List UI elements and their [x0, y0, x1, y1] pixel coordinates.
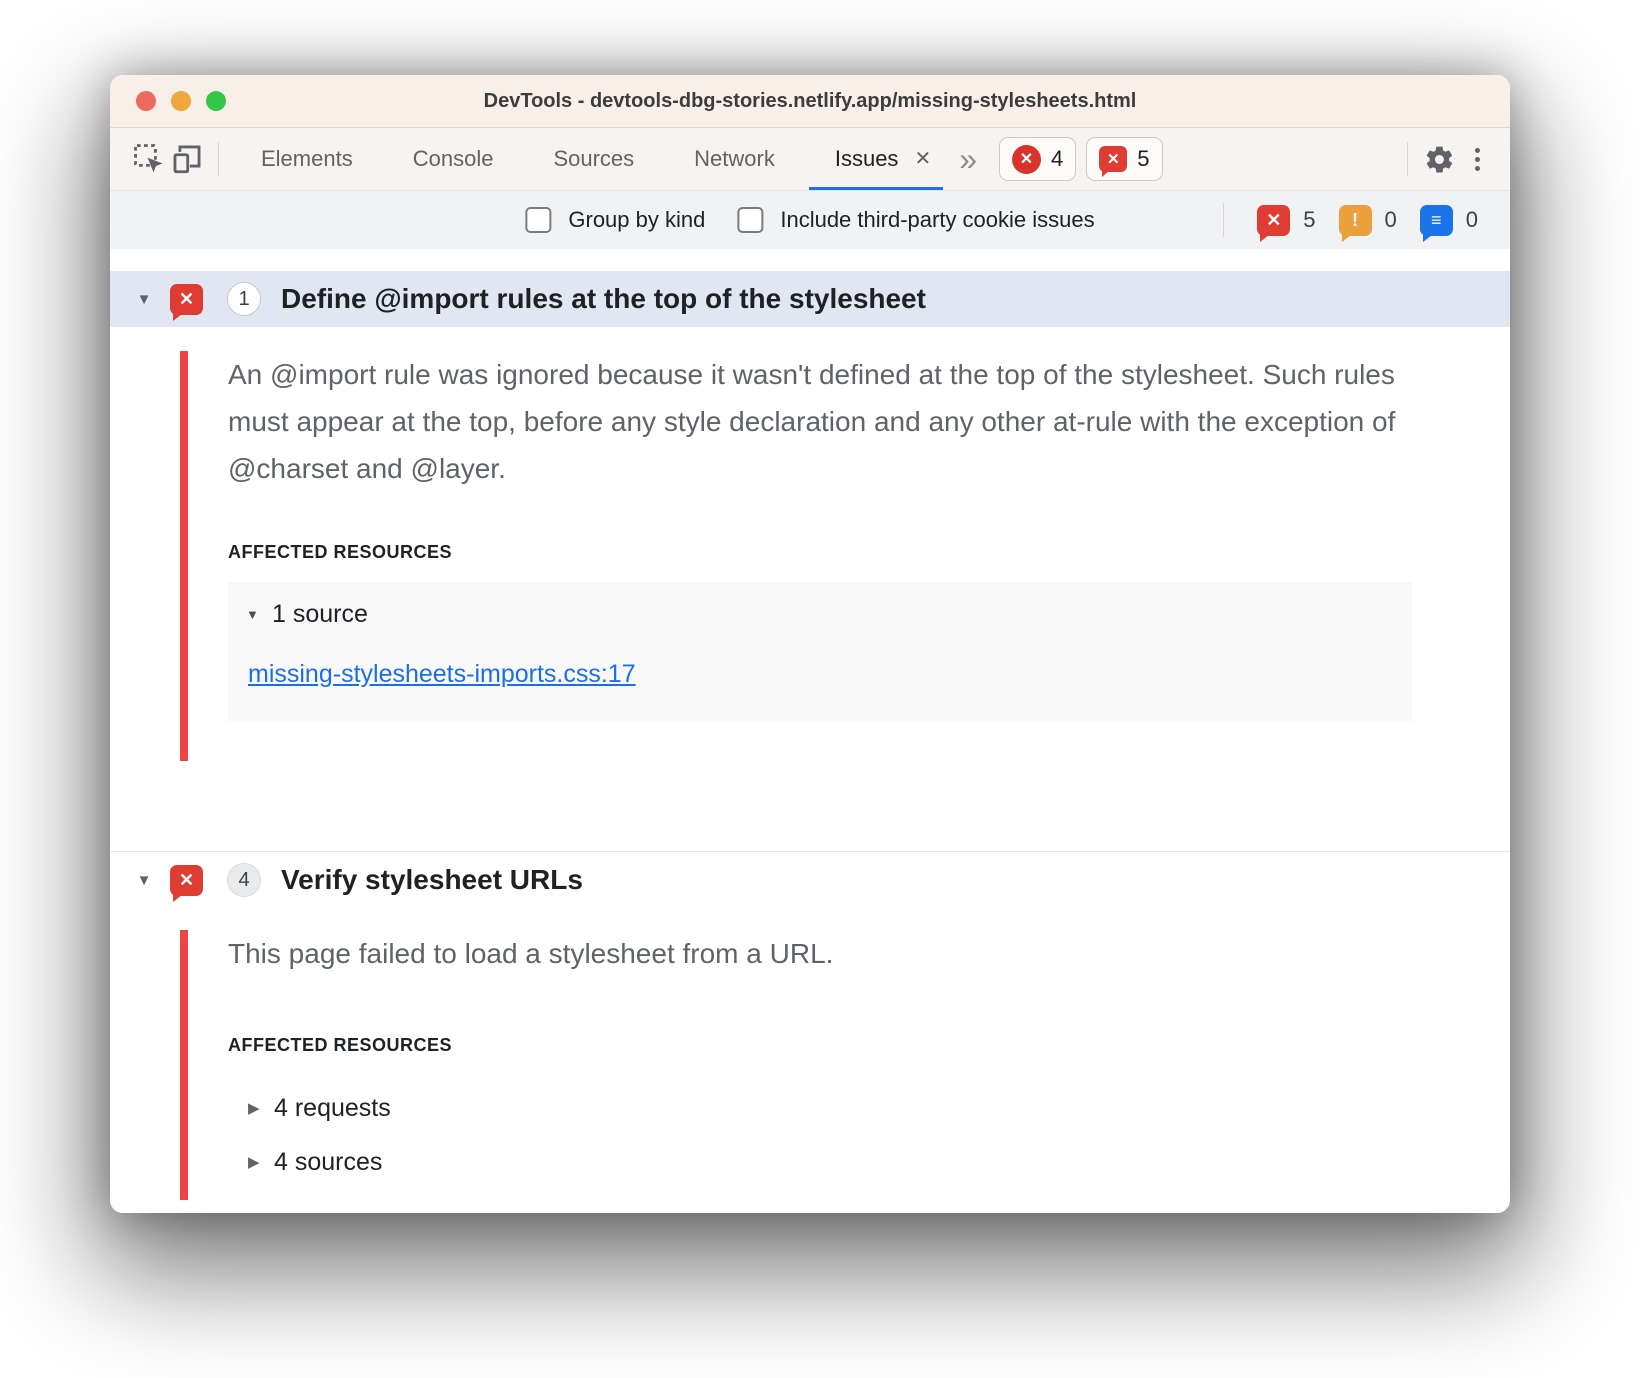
inspect-element-button[interactable] [130, 140, 168, 178]
issue-description: An @import rule was ignored because it w… [228, 351, 1408, 492]
issue-details: This page failed to load a stylesheet fr… [110, 930, 1510, 1206]
cross-glyph: ✕ [1266, 210, 1281, 231]
tab-network[interactable]: Network [664, 128, 805, 190]
issue-severity-bar [180, 351, 188, 761]
issue-flag-icon: ✕ [170, 865, 203, 896]
issue-flag-icon: ✕ [170, 284, 203, 315]
group-by-kind-control[interactable]: Group by kind [525, 207, 705, 233]
requests-expander[interactable]: ▶ 4 requests [248, 1090, 1510, 1126]
device-toolbar-button[interactable] [168, 140, 206, 178]
expander-label: 4 sources [274, 1148, 382, 1177]
tab-label: Sources [553, 146, 634, 172]
close-tab-icon[interactable]: ✕ [914, 149, 931, 169]
affected-resources-heading: AFFECTED RESOURCES [228, 542, 1510, 563]
settings-button[interactable] [1420, 140, 1458, 178]
devtools-window: DevTools - devtools-dbg-stories.netlify.… [110, 75, 1510, 1213]
third-party-cookie-label: Include third-party cookie issues [780, 207, 1094, 233]
tab-elements[interactable]: Elements [231, 128, 383, 190]
main-toolbar: Elements Console Sources Network Issues … [110, 128, 1510, 191]
issue-count-badge: 4 [227, 863, 261, 897]
third-party-cookie-checkbox[interactable] [737, 207, 763, 233]
issues-list: ▼ ✕ 1 Define @import rules at the top of… [110, 249, 1510, 1213]
caret-right-icon: ▶ [248, 1099, 264, 1117]
titlebar: DevTools - devtools-dbg-stories.netlify.… [110, 75, 1510, 128]
issues-count: 5 [1137, 146, 1149, 172]
screen: DevTools - devtools-dbg-stories.netlify.… [0, 0, 1650, 1378]
more-tabs-button[interactable]: » [947, 128, 989, 190]
caret-down-icon[interactable]: ▼ [130, 291, 158, 308]
issue-details: An @import rule was ignored because it w… [110, 351, 1510, 761]
toolbar-separator [218, 142, 219, 176]
toolbar-right-group [1395, 128, 1510, 190]
issues-counter-badge[interactable]: ✕ 5 [1086, 137, 1162, 181]
issue-flag-icon: ✕ [1099, 146, 1127, 172]
issue-verify-stylesheets: ▼ ✕ 4 Verify stylesheet URLs This page f… [110, 852, 1510, 1206]
exclamation-glyph: ! [1352, 210, 1358, 231]
affected-resources-groups: ▶ 4 requests ▶ 4 sources [248, 1090, 1510, 1180]
close-window-button[interactable] [136, 91, 156, 111]
dot [1475, 157, 1480, 162]
cross-glyph: ✕ [1020, 149, 1033, 169]
issue-description: This page failed to load a stylesheet fr… [228, 930, 1408, 977]
tab-issues[interactable]: Issues ✕ [805, 128, 947, 190]
inspect-cursor-icon [132, 142, 166, 176]
sources-expander[interactable]: ▼ 1 source [246, 596, 1394, 632]
caret-down-icon: ▼ [246, 607, 262, 622]
tab-label: Issues [835, 146, 899, 172]
device-toolbar-icon [170, 142, 204, 176]
info-kind-count: 0 [1466, 207, 1478, 233]
tab-console[interactable]: Console [383, 128, 524, 190]
chevron-double-right-icon: » [959, 141, 977, 178]
cross-glyph: ✕ [1107, 150, 1120, 168]
tab-label: Elements [261, 146, 353, 172]
issue-kind-counts: ✕ 5 ! 0 ≡ 0 [1223, 203, 1510, 237]
dot [1475, 166, 1480, 171]
tab-label: Network [694, 146, 775, 172]
window-title: DevTools - devtools-dbg-stories.netlify.… [484, 90, 1137, 113]
warning-kind-count: 0 [1385, 207, 1397, 233]
expander-label: 4 requests [274, 1094, 391, 1123]
filterbar-separator [1223, 203, 1224, 237]
affected-resources-box: ▼ 1 source missing-stylesheets-imports.c… [228, 582, 1412, 721]
tab-sources[interactable]: Sources [523, 128, 664, 190]
console-errors-badge[interactable]: ✕ 4 [999, 137, 1076, 181]
dot [1475, 148, 1480, 153]
caret-right-icon: ▶ [248, 1153, 264, 1171]
error-kind-count: 5 [1303, 207, 1315, 233]
error-flag-icon: ✕ [1257, 205, 1290, 236]
issue-title: Verify stylesheet URLs [281, 864, 583, 896]
issue-header-verify-stylesheets[interactable]: ▼ ✕ 4 Verify stylesheet URLs [110, 852, 1510, 908]
affected-resources-heading: AFFECTED RESOURCES [228, 1035, 1510, 1056]
toolbar-separator [1407, 142, 1408, 176]
info-flag-icon: ≡ [1420, 205, 1453, 236]
traffic-lights [136, 75, 226, 127]
issue-count-badge: 1 [227, 282, 261, 316]
group-by-kind-checkbox[interactable] [525, 207, 551, 233]
minimize-window-button[interactable] [171, 91, 191, 111]
issue-import-rules: ▼ ✕ 1 Define @import rules at the top of… [110, 271, 1510, 761]
caret-down-icon[interactable]: ▼ [130, 872, 158, 889]
zoom-window-button[interactable] [206, 91, 226, 111]
issue-header-import-rules[interactable]: ▼ ✕ 1 Define @import rules at the top of… [110, 271, 1510, 327]
issues-filter-bar: Group by kind Include third-party cookie… [110, 191, 1510, 249]
group-by-kind-label: Group by kind [568, 207, 705, 233]
expander-label: 1 source [272, 600, 368, 629]
sources-expander[interactable]: ▶ 4 sources [248, 1144, 1510, 1180]
filter-checkboxes: Group by kind Include third-party cookie… [525, 207, 1094, 233]
tab-label: Console [413, 146, 494, 172]
error-count: 4 [1051, 146, 1063, 172]
more-options-button[interactable] [1458, 140, 1496, 178]
issue-severity-bar [180, 930, 188, 1200]
lines-glyph: ≡ [1431, 210, 1442, 231]
issue-title: Define @import rules at the top of the s… [281, 283, 926, 315]
error-circle-icon: ✕ [1012, 145, 1041, 174]
cross-glyph: ✕ [179, 870, 194, 891]
source-link[interactable]: missing-stylesheets-imports.css:17 [248, 660, 636, 689]
third-party-cookie-control[interactable]: Include third-party cookie issues [737, 207, 1094, 233]
cross-glyph: ✕ [179, 289, 194, 310]
warning-flag-icon: ! [1339, 205, 1372, 236]
gear-icon [1424, 144, 1455, 175]
